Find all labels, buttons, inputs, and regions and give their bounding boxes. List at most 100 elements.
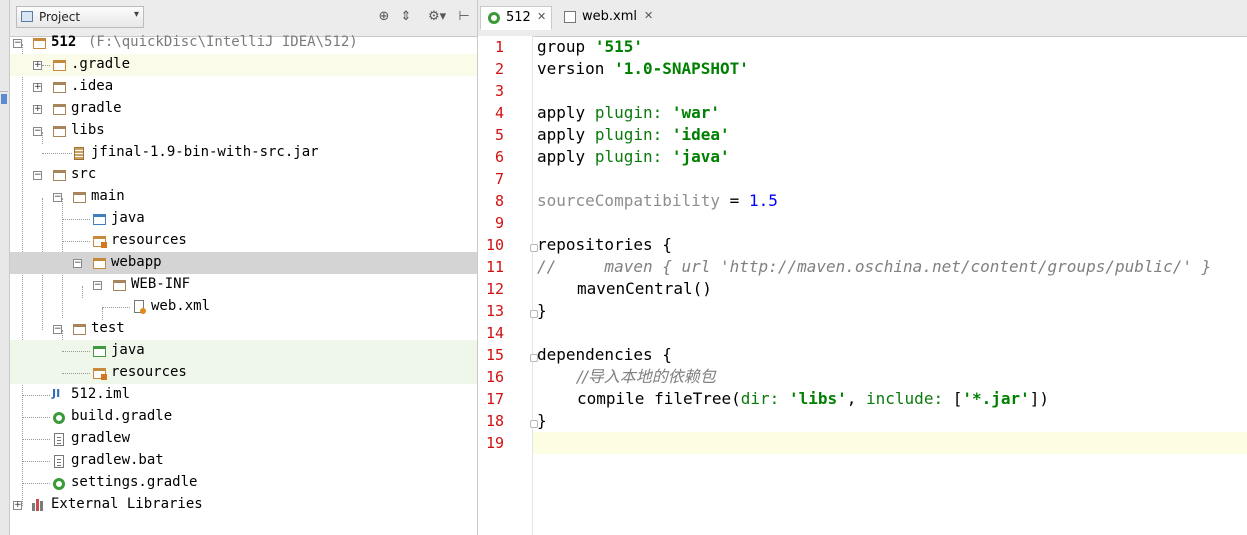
structure-tool-tab[interactable]: [0, 125, 8, 225]
code-string: '*.jar': [962, 389, 1030, 408]
code-string: 'idea': [671, 125, 730, 144]
library-icon: [32, 499, 46, 511]
code-token: sourceCompatibility: [537, 191, 721, 210]
code-string: 'libs': [788, 389, 847, 408]
code-token: plugin:: [594, 103, 663, 122]
text-file-icon: [54, 433, 64, 446]
tree-node-build-gradle[interactable]: build.gradle: [10, 406, 477, 428]
hide-panel-icon[interactable]: ⊢: [456, 9, 472, 25]
collapse-icon[interactable]: −: [53, 193, 62, 202]
line-number: 12: [485, 280, 504, 298]
tree-node-gradlew-bat[interactable]: gradlew.bat: [10, 450, 477, 472]
expand-icon[interactable]: +: [33, 83, 42, 92]
collapse-icon[interactable]: −: [13, 39, 22, 48]
resources-folder-icon: [93, 236, 107, 248]
tree-node-label: web.xml: [151, 298, 211, 314]
tree-node-dot-gradle[interactable]: + .gradle: [10, 54, 477, 76]
tree-node-label: 512: [51, 34, 77, 50]
line-number: 18: [485, 412, 504, 430]
tree-node-label: 512.iml: [71, 386, 131, 402]
project-view-label: Project: [39, 10, 81, 24]
collapse-icon[interactable]: −: [33, 127, 42, 136]
gradle-file-icon: [53, 412, 65, 424]
line-number: 16: [485, 368, 504, 386]
tree-node-main-java[interactable]: java: [10, 208, 477, 230]
collapse-all-icon[interactable]: ⇕: [398, 9, 414, 25]
line-number: 17: [485, 390, 504, 408]
tree-node-gradle[interactable]: + gradle: [10, 98, 477, 120]
tree-node-dot-idea[interactable]: + .idea: [10, 76, 477, 98]
tree-node-label: libs: [71, 122, 105, 138]
editor-area: 512 ✕ web.xml ✕ 1 2 3 4 5 6 7 8 9 10 11 …: [478, 0, 1247, 535]
tree-node-label: jfinal-1.9-bin-with-src.jar: [91, 144, 319, 160]
scroll-from-source-icon[interactable]: ⊕: [376, 9, 392, 25]
folder-icon: [53, 126, 66, 137]
tab-512[interactable]: 512 ✕: [480, 6, 552, 30]
tree-node-src[interactable]: − src: [10, 164, 477, 186]
tree-node-label: main: [91, 188, 125, 204]
tree-node-iml[interactable]: JI 512.iml: [10, 384, 477, 406]
expand-icon[interactable]: +: [33, 61, 42, 70]
code-token: group: [537, 37, 586, 56]
code-token: fileTree(: [654, 389, 741, 408]
close-icon[interactable]: ✕: [537, 10, 546, 23]
line-number: 13: [485, 302, 504, 320]
code-line: version '1.0-SNAPSHOT': [537, 58, 749, 80]
tree-node-test[interactable]: − test: [10, 318, 477, 340]
line-number: 4: [494, 104, 504, 122]
web-folder-icon: [93, 258, 106, 269]
tree-node-test-java[interactable]: java: [10, 340, 477, 362]
source-folder-icon: [93, 214, 106, 225]
tree-node-settings-gradle[interactable]: settings.gradle: [10, 472, 477, 494]
tree-node-label: .idea: [71, 78, 114, 94]
tree-node-libs[interactable]: − libs: [10, 120, 477, 142]
expand-icon[interactable]: +: [13, 501, 22, 510]
code-comment: // maven { url 'http://maven.oschina.net…: [537, 257, 1212, 276]
folder-icon: [53, 82, 66, 93]
code-editor[interactable]: group '515' version '1.0-SNAPSHOT' apply…: [533, 36, 1247, 535]
project-view-selector[interactable]: Project ▾: [16, 6, 144, 28]
tree-node-gradlew[interactable]: gradlew: [10, 428, 477, 450]
line-number: 5: [494, 126, 504, 144]
gradle-file-icon: [53, 478, 65, 490]
collapse-icon[interactable]: −: [53, 325, 62, 334]
tree-node-label: WEB-INF: [131, 276, 191, 292]
expand-icon[interactable]: +: [33, 105, 42, 114]
xml-file-icon: [134, 300, 146, 314]
line-number: 6: [494, 148, 504, 166]
folder-icon: [53, 104, 66, 115]
tree-node-jar[interactable]: jfinal-1.9-bin-with-src.jar: [10, 142, 477, 164]
tab-web-xml[interactable]: web.xml ✕: [558, 6, 658, 30]
settings-gear-icon[interactable]: ⚙▾: [428, 9, 446, 25]
code-string: 'war': [671, 103, 721, 122]
tool-window-strip: [0, 0, 10, 535]
project-tool-tab[interactable]: [0, 10, 8, 92]
tree-node-project-root[interactable]: − 512 (F:\quickDisc\IntelliJ IDEA\512): [10, 32, 477, 54]
tree-node-external-libraries[interactable]: + External Libraries: [10, 494, 477, 516]
tree-node-test-resources[interactable]: resources: [10, 362, 477, 384]
tree-node-main[interactable]: − main: [10, 186, 477, 208]
close-icon[interactable]: ✕: [644, 9, 653, 22]
code-token: version: [537, 59, 605, 78]
tree-node-label: settings.gradle: [71, 474, 198, 490]
collapse-icon[interactable]: −: [93, 281, 102, 290]
line-number: 11: [485, 258, 504, 276]
tree-node-webapp[interactable]: − webapp: [10, 252, 477, 274]
code-line: sourceCompatibility = 1.5: [537, 190, 778, 212]
excluded-folder-icon: [53, 60, 66, 71]
tree-node-label: gradlew: [71, 430, 131, 446]
code-token: apply: [537, 147, 586, 166]
tree-node-main-resources[interactable]: resources: [10, 230, 477, 252]
code-line: repositories {: [537, 235, 672, 254]
tree-node-web-inf[interactable]: − WEB-INF: [10, 274, 477, 296]
code-token: dir:: [740, 389, 780, 408]
code-token: =: [729, 191, 740, 210]
folder-icon: [53, 170, 66, 181]
folder-icon: [73, 192, 86, 203]
tree-node-label: External Libraries: [51, 496, 203, 512]
code-token: ,: [846, 389, 867, 408]
tree-node-web-xml[interactable]: web.xml: [10, 296, 477, 318]
line-number: 7: [494, 170, 504, 188]
collapse-icon[interactable]: −: [33, 171, 42, 180]
collapse-icon[interactable]: −: [73, 259, 82, 268]
